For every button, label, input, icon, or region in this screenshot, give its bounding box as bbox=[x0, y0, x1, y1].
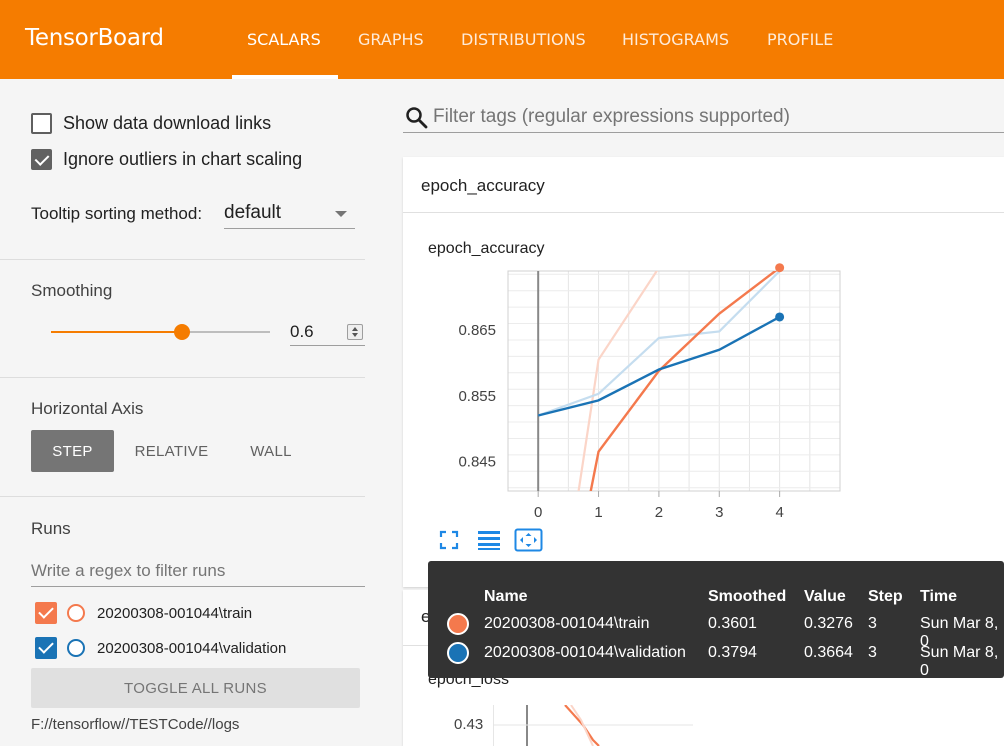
watermark: https://blog.csdn.net/qq_40041064 bbox=[750, 718, 981, 735]
tooltip-sorting-select[interactable]: default bbox=[224, 199, 355, 229]
run-validation-checkbox[interactable] bbox=[35, 637, 57, 659]
fit-domain-icon[interactable] bbox=[514, 528, 543, 552]
run-train-checkbox[interactable] bbox=[35, 602, 57, 624]
smoothing-slider[interactable] bbox=[51, 324, 270, 340]
divider bbox=[0, 377, 365, 378]
smoothing-title: Smoothing bbox=[31, 281, 113, 300]
tooltip-validation-step: 3 bbox=[868, 644, 877, 661]
log-directory: F://tensorflow//TESTCode//logs bbox=[31, 716, 240, 733]
tooltip-train-smoothed: 0.3601 bbox=[708, 615, 757, 632]
tooltip-train-value: 0.3276 bbox=[804, 615, 853, 632]
show-download-links-checkbox[interactable] bbox=[31, 112, 52, 134]
x-tick-label: 1 bbox=[594, 504, 602, 521]
chevron-down-icon bbox=[335, 211, 347, 217]
tooltip-header-time: Time bbox=[920, 588, 958, 605]
tooltip-validation-time: Sun Mar 8, 0 bbox=[920, 644, 999, 679]
tooltip-header-smoothed: Smoothed bbox=[708, 588, 787, 605]
top-app-bar: TensorBoard SCALARS GRAPHS DISTRIBUTIONS… bbox=[0, 0, 1004, 79]
tooltip-train-step: 3 bbox=[868, 615, 877, 632]
run-train-color-dot[interactable] bbox=[67, 604, 85, 622]
runs-filter-input[interactable]: Write a regex to filter runs bbox=[31, 557, 365, 587]
loss-y-tick-label: 0.43 bbox=[454, 716, 484, 733]
tag-filter-input[interactable]: Filter tags (regular expressions support… bbox=[403, 101, 1004, 133]
smoothing-slider-fill bbox=[51, 331, 183, 333]
divider bbox=[0, 259, 365, 260]
x-tick-label: 0 bbox=[534, 504, 542, 521]
series-hover-point bbox=[775, 312, 785, 322]
runs-title: Runs bbox=[31, 519, 71, 538]
smoothing-slider-handle[interactable] bbox=[174, 324, 191, 340]
x-tick-label: 4 bbox=[775, 504, 783, 521]
brand-title: TensorBoard bbox=[25, 25, 164, 51]
axis-relative-button[interactable]: RELATIVE bbox=[125, 430, 218, 472]
ignore-outliers-checkbox[interactable] bbox=[31, 148, 52, 170]
smoothing-value: 0.6 bbox=[290, 322, 314, 341]
run-item-validation[interactable]: 20200308-001044\validation bbox=[35, 636, 286, 660]
accuracy-chart-title: epoch_accuracy bbox=[428, 240, 545, 257]
y-tick-label: 0.845 bbox=[458, 453, 496, 470]
y-tick-label: 0.855 bbox=[458, 388, 496, 405]
show-download-links-option[interactable]: Show data download links bbox=[31, 111, 271, 135]
ignore-outliers-option[interactable]: Ignore outliers in chart scaling bbox=[31, 147, 302, 171]
tooltip-sorting-value: default bbox=[224, 202, 282, 223]
ignore-outliers-label: Ignore outliers in chart scaling bbox=[63, 148, 303, 169]
accuracy-card: epoch_accuracy epoch_accuracy 0 1 2 3 4 0.845… bbox=[403, 157, 1004, 587]
tooltip-validation-value: 0.3664 bbox=[804, 644, 853, 661]
tab-histograms[interactable]: HISTOGRAMS bbox=[622, 30, 729, 49]
tab-distributions[interactable]: DISTRIBUTIONS bbox=[461, 30, 586, 49]
run-validation-label: 20200308-001044\validation bbox=[97, 639, 287, 657]
smoothing-input[interactable]: 0.6 bbox=[290, 318, 365, 346]
show-download-links-label: Show data download links bbox=[63, 112, 272, 133]
tab-profile[interactable]: PROFILE bbox=[767, 30, 833, 49]
axis-step-button[interactable]: STEP bbox=[31, 430, 114, 472]
loss-chart[interactable] bbox=[493, 705, 693, 746]
log-scale-icon[interactable] bbox=[477, 530, 501, 550]
x-tick-label: 2 bbox=[655, 504, 663, 521]
accuracy-card-header[interactable]: epoch_accuracy bbox=[403, 157, 1004, 213]
search-icon bbox=[406, 107, 428, 129]
runs-filter-placeholder: Write a regex to filter runs bbox=[31, 561, 226, 580]
fullscreen-icon[interactable] bbox=[439, 530, 459, 550]
tooltip-validation-name: 20200308-001044\validation bbox=[484, 644, 686, 661]
run-item-train[interactable]: 20200308-001044\train bbox=[35, 601, 252, 625]
tooltip-train-color-dot bbox=[447, 613, 469, 635]
accuracy-card-title: epoch_accuracy bbox=[421, 176, 545, 195]
y-tick-label: 0.865 bbox=[458, 322, 496, 339]
tooltip-train-name: 20200308-001044\train bbox=[484, 615, 650, 632]
divider bbox=[0, 496, 365, 497]
tab-scalars[interactable]: SCALARS bbox=[247, 30, 321, 49]
tooltip-validation-smoothed: 0.3794 bbox=[708, 644, 757, 661]
series-hover-point bbox=[775, 263, 785, 273]
tag-filter-placeholder: Filter tags (regular expressions support… bbox=[433, 106, 790, 127]
toggle-all-runs-button[interactable]: TOGGLE ALL RUNS bbox=[31, 668, 360, 708]
chart-tooltip: Name Smoothed Value Step Time 20200308-0… bbox=[428, 561, 1004, 679]
tooltip-sorting-label: Tooltip sorting method: bbox=[31, 204, 203, 223]
tooltip-header-name: Name bbox=[484, 588, 528, 605]
tab-graphs[interactable]: GRAPHS bbox=[358, 30, 424, 49]
accuracy-chart[interactable]: 0 1 2 3 4 0.845 0.855 0.865 bbox=[403, 257, 1003, 527]
plot-border bbox=[507, 270, 841, 492]
run-train-label: 20200308-001044\train bbox=[97, 604, 253, 622]
tooltip-header-step: Step bbox=[868, 588, 903, 605]
horizontal-axis-title: Horizontal Axis bbox=[31, 399, 144, 418]
axis-wall-button[interactable]: WALL bbox=[232, 430, 310, 472]
stepper-icon[interactable] bbox=[347, 324, 363, 340]
x-tick-label: 3 bbox=[715, 504, 723, 521]
sidebar: Show data download links Ignore outliers… bbox=[0, 79, 385, 746]
tooltip-validation-color-dot bbox=[447, 642, 469, 664]
tooltip-header-value: Value bbox=[804, 588, 846, 605]
run-validation-color-dot[interactable] bbox=[67, 639, 85, 657]
